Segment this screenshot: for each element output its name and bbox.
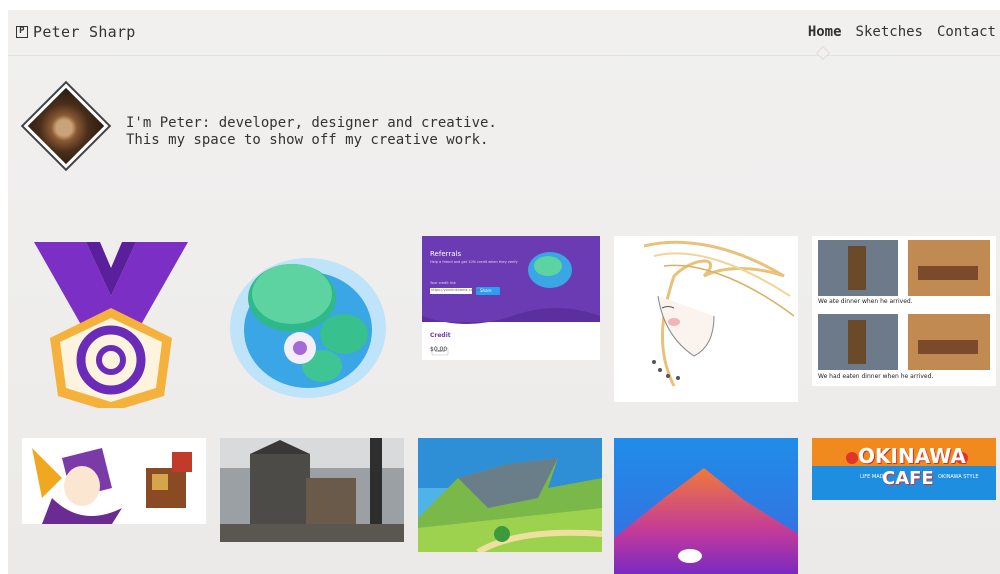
gallery-item-lily-pad[interactable]: [220, 238, 390, 408]
comic-caption-1: We ate dinner when he arrived.: [818, 298, 913, 305]
intro-text: I'm Peter: developer, designer and creat…: [126, 115, 497, 149]
avatar: [20, 80, 112, 172]
landscape-illustration: [418, 438, 602, 552]
referrals-title: Referrals: [430, 250, 462, 258]
main-nav: Home Sketches Contact: [808, 24, 996, 40]
intro-line-2: This my space to show off my creative wo…: [126, 132, 489, 148]
referrals-field-value: https://yourlinkname.co.nz/ref: [431, 288, 484, 292]
gallery-item-castle-render[interactable]: [220, 438, 404, 542]
site-header: P Peter Sharp Home Sketches Contact: [8, 10, 1000, 56]
okinawa-title-top: OKINAWA: [858, 444, 966, 468]
castle-render: [220, 438, 404, 542]
mountain-illustration: [614, 438, 798, 574]
nav-home[interactable]: Home: [808, 24, 842, 40]
referrals-share-button: Share: [480, 288, 492, 293]
referrals-credit-label: Credit: [430, 332, 451, 339]
referrals-claim-button: Claim: [435, 349, 445, 353]
comic-caption-2: We had eaten dinner when he arrived.: [818, 373, 934, 380]
avatar-photo: [27, 87, 105, 165]
referrals-subtitle: Help a friend and get 10% credit when th…: [430, 260, 518, 264]
lily-pad-icon: [230, 258, 386, 398]
gallery-item-comic[interactable]: We ate dinner when he arrived. We had ea…: [812, 236, 996, 386]
okinawa-right-tag: OKINAWA STYLE: [938, 474, 979, 480]
gallery-item-okinawa-cafe[interactable]: OKINAWA CAFE LIFE MADE OKINAWA STYLE: [812, 438, 996, 500]
intro-line-1: I'm Peter: developer, designer and creat…: [126, 115, 497, 131]
gallery-item-referrals[interactable]: Referrals Help a friend and get 10% cred…: [422, 236, 600, 360]
gallery-item-landscape[interactable]: [418, 438, 602, 552]
jester-illustration: [32, 448, 192, 524]
portrait-sketch: [643, 240, 795, 387]
medal-icon: [34, 242, 188, 408]
nav-contact[interactable]: Contact: [937, 24, 996, 40]
comic-panels: [818, 240, 990, 370]
brand-link[interactable]: P Peter Sharp: [16, 23, 136, 41]
gallery-item-mountain[interactable]: [614, 438, 798, 574]
brand-name: Peter Sharp: [33, 23, 136, 41]
gallery-item-medal[interactable]: [26, 238, 196, 408]
gallery-item-jester[interactable]: [22, 438, 206, 524]
gallery-item-portrait-sketch[interactable]: [614, 236, 798, 402]
okinawa-title-bottom: CAFE: [882, 468, 934, 489]
p-logo-icon: P: [16, 26, 28, 38]
okinawa-left-tag: LIFE MADE: [860, 474, 887, 480]
page: P Peter Sharp Home Sketches Contact I'm …: [8, 10, 1000, 574]
nav-sketches[interactable]: Sketches: [856, 24, 923, 40]
referrals-field-label: Your credit link: [430, 281, 456, 285]
